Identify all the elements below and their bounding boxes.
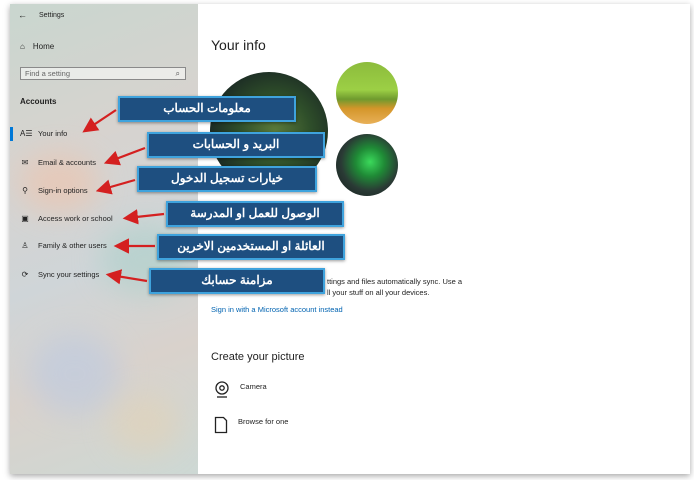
- arrow-email-accounts: [103, 146, 146, 166]
- annotation-arrows: [82, 109, 165, 285]
- arrow-sync-settings: [105, 269, 148, 285]
- arrow-your-info: [82, 109, 117, 133]
- arrow-signin-options: [95, 178, 136, 195]
- arrow-access-work: [122, 209, 165, 225]
